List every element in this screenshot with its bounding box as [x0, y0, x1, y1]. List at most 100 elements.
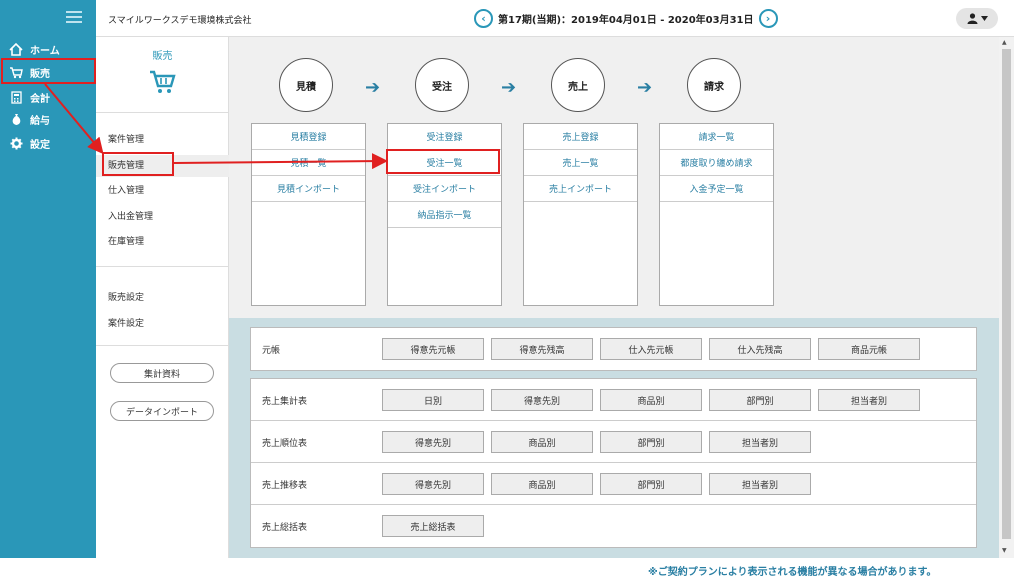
divider	[96, 345, 229, 346]
nav-item-home[interactable]: ホーム	[8, 40, 60, 58]
subnav-item-inventory[interactable]: 在庫管理	[108, 234, 144, 247]
chevron-left-icon: ‹	[481, 11, 486, 25]
plan-footnote: ※ご契約プランにより表示される機能が異なる場合があります。	[648, 567, 937, 578]
report-row-label: 売上順位表	[262, 439, 308, 449]
step-order: 受注	[415, 58, 469, 112]
report-button[interactable]: 商品元帳	[818, 338, 920, 360]
previous-period-button[interactable]: ‹	[474, 8, 493, 28]
link-sales-register[interactable]: 売上登録	[524, 124, 637, 150]
report-button[interactable]: 得意先元帳	[382, 338, 484, 360]
report-button[interactable]: 日別	[382, 389, 484, 411]
report-button[interactable]: 商品別	[600, 389, 702, 411]
user-menu-button[interactable]	[956, 8, 998, 29]
subnav-item-project-settings[interactable]: 案件設定	[108, 316, 144, 329]
report-button[interactable]: 得意先別	[491, 389, 593, 411]
chevron-right-icon: ›	[765, 11, 771, 25]
sales-sub-navigation: 販売 案件管理 販売管理 仕入管理 入出金管理 在庫管理 販売設定 案件設定 集…	[96, 37, 229, 558]
report-row-label: 売上集計表	[262, 397, 308, 407]
nav-item-settings[interactable]: 設定	[8, 134, 50, 152]
caret-down-icon	[980, 16, 988, 21]
ledger-box: 元帳 得意先元帳 得意先残高 仕入先元帳 仕入先残高 商品元帳	[250, 327, 977, 371]
sales-flow-panel: 見積 ➔ 受注 ➔ 売上 ➔ 請求 見積登録 見積一覧 見積インポート 受注登録…	[229, 37, 999, 318]
home-icon	[8, 42, 24, 56]
gear-icon	[8, 136, 24, 150]
report-button[interactable]: 商品別	[491, 431, 593, 453]
link-estimate-register[interactable]: 見積登録	[252, 124, 365, 150]
fiscal-period-selector: ‹ 第17期(当期)：2019年04月01日 - 2020年03月31日 ›	[474, 8, 778, 28]
nav-item-payroll[interactable]: 給与	[8, 110, 50, 128]
sales-reports-box: 売上集計表 日別 得意先別 商品別 部門別 担当者別 売上順位表 得意先別 商品…	[250, 378, 977, 548]
nav-item-accounting[interactable]: 会計	[8, 88, 50, 106]
report-button[interactable]: 担当者別	[818, 389, 920, 411]
subnav-item-project[interactable]: 案件管理	[108, 132, 144, 145]
report-button[interactable]: 仕入先残高	[709, 338, 811, 360]
scroll-down-icon[interactable]: ▼	[1002, 547, 1007, 554]
data-import-button[interactable]: データインポート	[110, 401, 214, 421]
company-name: スマイルワークスデモ環境株式会社	[108, 16, 252, 26]
report-button[interactable]: 部門別	[600, 431, 702, 453]
arrow-right-icon: ➔	[637, 77, 653, 98]
report-button[interactable]: 部門別	[709, 389, 811, 411]
report-row: 元帳 得意先元帳 得意先残高 仕入先元帳 仕入先残高 商品元帳	[251, 328, 976, 370]
scrollbar-thumb[interactable]	[1002, 49, 1011, 539]
arrow-right-icon: ➔	[365, 77, 381, 98]
step-invoice: 請求	[687, 58, 741, 112]
link-sales-import[interactable]: 売上インポート	[524, 176, 637, 202]
link-estimate-import[interactable]: 見積インポート	[252, 176, 365, 202]
nav-item-label: 設定	[30, 139, 50, 151]
report-button[interactable]: 商品別	[491, 473, 593, 495]
report-button[interactable]: 担当者別	[709, 431, 811, 453]
report-row: 売上順位表 得意先別 商品別 部門別 担当者別	[251, 421, 976, 463]
annotation-highlight-sales	[1, 58, 96, 84]
scroll-up-icon[interactable]: ▲	[1002, 39, 1007, 46]
annotation-highlight-order-list	[386, 149, 500, 174]
vertical-scrollbar[interactable]: ▲ ▼	[999, 37, 1014, 558]
sales-links: 売上登録 売上一覧 売上インポート	[523, 123, 638, 306]
nav-item-label: ホーム	[30, 45, 60, 57]
report-button[interactable]: 部門別	[600, 473, 702, 495]
link-invoice-list[interactable]: 請求一覧	[660, 124, 773, 150]
step-sales: 売上	[551, 58, 605, 112]
link-payment-schedule[interactable]: 入金予定一覧	[660, 176, 773, 202]
link-estimate-list[interactable]: 見積一覧	[252, 150, 365, 176]
report-row-label: 売上推移表	[262, 481, 308, 491]
nav-item-label: 給与	[30, 115, 50, 127]
subnav-item-purchase[interactable]: 仕入管理	[108, 183, 144, 196]
report-button[interactable]: 仕入先元帳	[600, 338, 702, 360]
fiscal-period-label: 第17期(当期)：2019年04月01日 - 2020年03月31日	[498, 14, 754, 26]
report-row-label: 元帳	[262, 346, 281, 356]
link-consolidated-invoice[interactable]: 都度取り纏め請求	[660, 150, 773, 176]
report-button[interactable]: 売上総括表	[382, 515, 484, 537]
link-order-import[interactable]: 受注インポート	[388, 176, 501, 202]
report-row: 売上推移表 得意先別 商品別 部門別 担当者別	[251, 463, 976, 505]
subnav-item-payments[interactable]: 入出金管理	[108, 209, 153, 222]
calculator-icon	[8, 90, 24, 104]
report-row-label: 売上総括表	[262, 523, 308, 533]
reports-panel: 元帳 得意先元帳 得意先残高 仕入先元帳 仕入先残高 商品元帳 売上集計表 日別…	[229, 318, 999, 558]
user-icon	[967, 13, 977, 24]
divider	[96, 266, 229, 267]
step-estimate: 見積	[279, 58, 333, 112]
report-button[interactable]: 得意先別	[382, 431, 484, 453]
report-button[interactable]: 担当者別	[709, 473, 811, 495]
report-button[interactable]: 得意先別	[382, 473, 484, 495]
app-root: ホーム 販売 会計 給与 設定 スマイルワークスデモ環境株式会社 ‹ 第17期(…	[0, 0, 1024, 584]
subnav-title: 販売	[152, 51, 173, 62]
nav-item-label: 会計	[30, 93, 50, 105]
annotation-highlight-sales-management	[102, 152, 174, 176]
subnav-item-sales-settings[interactable]: 販売設定	[108, 290, 144, 303]
money-bag-icon	[8, 112, 24, 126]
summary-data-button[interactable]: 集計資料	[110, 363, 214, 383]
report-row: 売上集計表 日別 得意先別 商品別 部門別 担当者別	[251, 379, 976, 421]
next-period-button[interactable]: ›	[758, 8, 778, 28]
link-order-register[interactable]: 受注登録	[388, 124, 501, 150]
estimate-links: 見積登録 見積一覧 見積インポート	[251, 123, 366, 306]
report-row: 売上総括表 売上総括表	[251, 505, 976, 547]
divider	[96, 112, 229, 113]
link-delivery-instructions[interactable]: 納品指示一覧	[388, 202, 501, 228]
link-sales-list[interactable]: 売上一覧	[524, 150, 637, 176]
arrow-right-icon: ➔	[501, 77, 517, 98]
cart-icon	[150, 70, 176, 93]
report-button[interactable]: 得意先残高	[491, 338, 593, 360]
hamburger-menu-icon[interactable]	[66, 11, 82, 23]
